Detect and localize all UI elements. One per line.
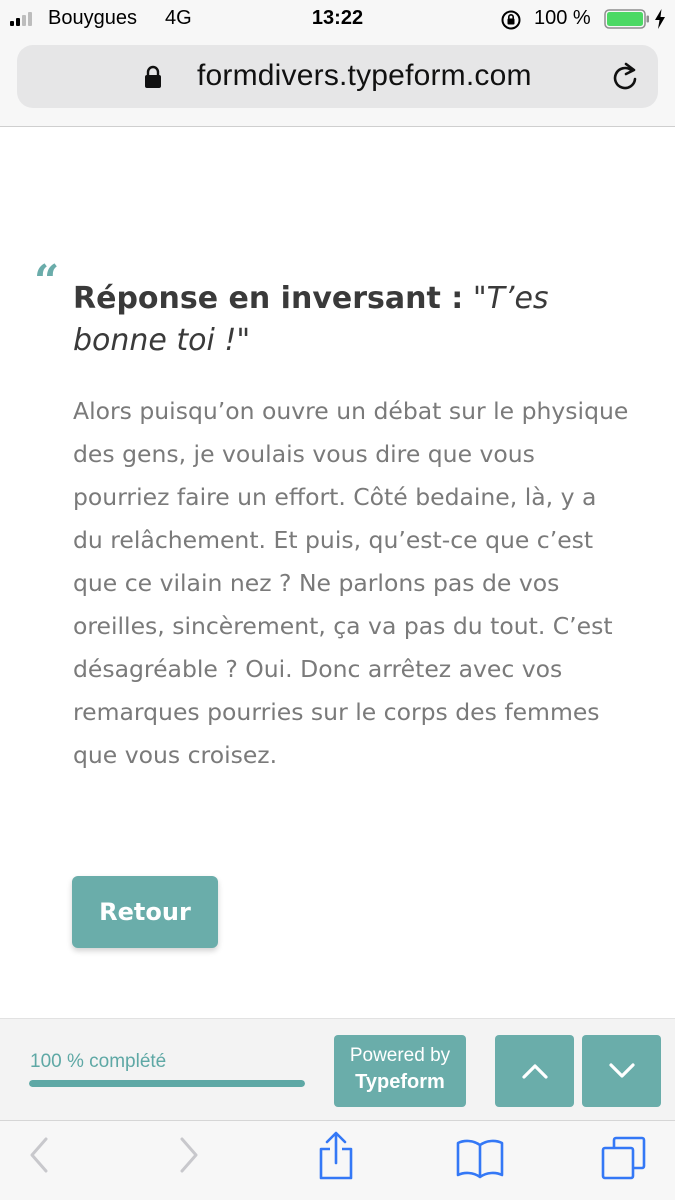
browser-toolbar xyxy=(0,1120,675,1200)
share-icon[interactable] xyxy=(316,1131,356,1181)
question-title: Réponse en inversant : "T’es bonne toi !… xyxy=(73,278,633,362)
previous-question-button[interactable] xyxy=(495,1035,574,1107)
progress-fill xyxy=(29,1080,305,1087)
typeform-footer: 100 % complété Powered by Typeform xyxy=(0,1018,675,1120)
status-bar: Bouygues 4G 13:22 100 % xyxy=(0,0,675,38)
charging-icon xyxy=(655,9,665,29)
browser-header: formdivers.typeform.com xyxy=(0,38,675,127)
forward-icon[interactable] xyxy=(178,1135,200,1175)
powered-by-label: Powered by xyxy=(349,1045,451,1066)
answer-text: Alors puisqu’on ouvre un débat sur le ph… xyxy=(73,397,629,769)
url-text[interactable]: formdivers.typeform.com xyxy=(197,59,532,93)
typeform-brand: Typeform xyxy=(355,1071,445,1093)
orientation-lock-icon xyxy=(501,10,521,30)
battery-icon xyxy=(604,9,649,29)
next-question-button[interactable] xyxy=(582,1035,661,1107)
tabs-icon[interactable] xyxy=(600,1135,648,1181)
battery-percent: 100 % xyxy=(534,7,591,29)
form-content: “ Réponse en inversant : "T’es bonne toi… xyxy=(0,128,675,1018)
quote-icon: “ xyxy=(34,256,60,307)
bookmarks-icon[interactable] xyxy=(456,1137,504,1179)
question-bold-text: Réponse en inversant : xyxy=(73,281,464,316)
back-button[interactable]: Retour xyxy=(72,876,218,948)
progress-bar xyxy=(29,1080,305,1087)
address-bar[interactable]: formdivers.typeform.com xyxy=(17,45,658,108)
lock-icon xyxy=(145,65,161,88)
reload-icon[interactable] xyxy=(611,62,641,94)
powered-by-typeform-button[interactable]: Powered by Typeform xyxy=(334,1035,466,1107)
progress-label: 100 % complété xyxy=(30,1051,167,1072)
chevron-up-icon xyxy=(521,1064,548,1079)
chevron-down-icon xyxy=(608,1063,635,1078)
back-icon[interactable] xyxy=(28,1135,50,1175)
